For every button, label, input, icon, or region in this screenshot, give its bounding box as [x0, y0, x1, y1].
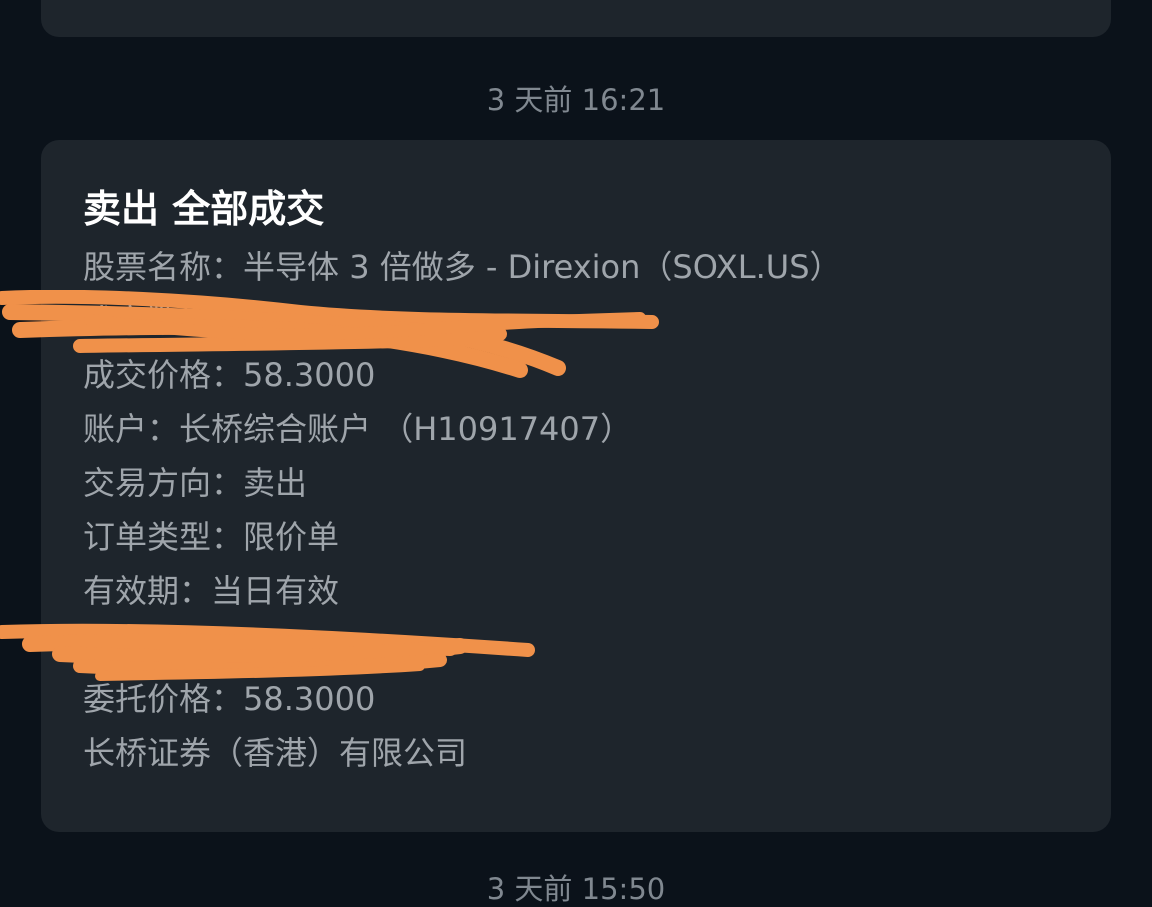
row-value: 限价单 — [243, 518, 340, 556]
card-title: 卖出 全部成交 — [83, 187, 325, 231]
row-label: 交易方向： — [83, 464, 244, 502]
row-value: 58.3000 — [243, 680, 376, 718]
row-label: 成交价格： — [83, 356, 244, 394]
message-timestamp: 3 天前 15:50 — [486, 872, 666, 906]
filled-price-row: 成交价格：58.3000 — [83, 348, 1111, 402]
row-label: 成交数量： — [83, 302, 244, 340]
order-quantity-row: 委托数量： — [83, 618, 1111, 672]
message-timestamp: 3 天前 16:21 — [486, 83, 666, 117]
broker-name: 长桥证券（香港）有限公司 — [83, 734, 468, 772]
row-value: 当日有效 — [211, 572, 340, 610]
trade-direction-row: 交易方向：卖出 — [83, 456, 1111, 510]
previous-message-card — [41, 0, 1111, 37]
trade-notification-card[interactable]: 卖出 全部成交 股票名称：半导体 3 倍做多 - Direxion（SOXL.U… — [41, 140, 1111, 832]
row-label: 委托价格： — [83, 680, 244, 718]
row-value: 58.3000 — [243, 356, 376, 394]
stock-name-row: 股票名称：半导体 3 倍做多 - Direxion（SOXL.US） — [83, 240, 1111, 294]
filled-quantity-row: 成交数量： — [83, 294, 1111, 348]
validity-row: 有效期：当日有效 — [83, 564, 1111, 618]
row-value: 半导体 3 倍做多 - Direxion（SOXL.US） — [243, 248, 842, 286]
row-label: 股票名称： — [83, 248, 244, 286]
account-row: 账户：长桥综合账户 （H10917407） — [83, 402, 1111, 456]
row-label: 有效期： — [83, 572, 212, 610]
row-value: 长桥综合账户 （H10917407） — [179, 410, 633, 448]
order-type-row: 订单类型：限价单 — [83, 510, 1111, 564]
row-label: 订单类型： — [83, 518, 244, 556]
row-label: 委托数量： — [83, 626, 244, 664]
order-price-row: 委托价格：58.3000 — [83, 672, 1111, 726]
row-value: 卖出 — [243, 464, 308, 502]
row-label: 账户： — [83, 410, 180, 448]
